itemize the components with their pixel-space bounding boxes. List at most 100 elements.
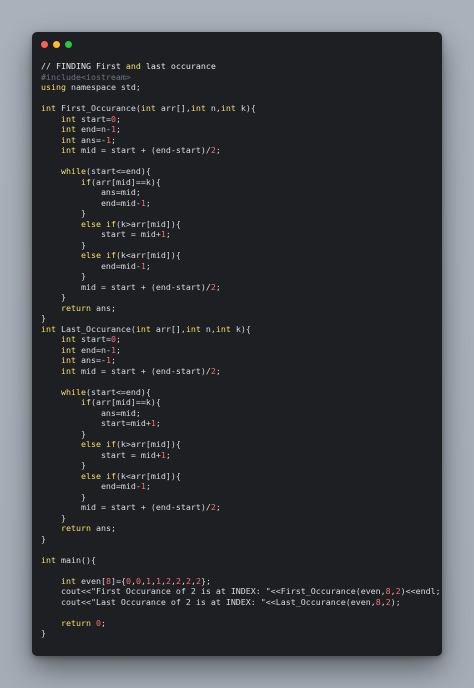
code-line: int start=0; <box>41 114 438 125</box>
close-window-button[interactable] <box>41 41 48 48</box>
code-token: last occurance <box>140 61 216 71</box>
code-token: end=mid- <box>41 481 141 491</box>
code-token: ; <box>115 334 121 344</box>
code-token: ; <box>215 502 221 512</box>
code-line: else if(k<arr[mid]){ <box>41 471 438 482</box>
code-token: cout<< <box>41 596 91 607</box>
code-token: mid = start + (end-start)/ <box>41 281 211 292</box>
code-token: }; <box>200 575 211 586</box>
code-token: start = mid+ <box>41 229 161 239</box>
code-line: end=mid-1; <box>41 198 438 209</box>
code-token: ; <box>110 355 116 365</box>
code-token: main(){ <box>56 554 96 565</box>
code-token: start = mid+ <box>41 449 161 460</box>
code-line: int mid = start + (end-start)/2; <box>41 366 438 377</box>
code-token: Last_Occurance( <box>56 323 136 334</box>
minimize-window-button[interactable] <box>53 41 60 48</box>
code-token: using <box>41 82 66 92</box>
code-line: if(arr[mid]==k){ <box>41 397 438 408</box>
code-token: start= <box>75 334 111 344</box>
code-line: start = mid+1; <box>41 229 438 240</box>
code-token: ; <box>145 197 151 208</box>
code-line: } <box>41 208 438 219</box>
code-token: ans=- <box>75 355 106 365</box>
code-line: int mid = start + (end-start)/2; <box>41 145 438 156</box>
code-line: ans=mid; <box>41 187 438 198</box>
code-token: if <box>80 176 91 187</box>
code-token: return <box>60 617 91 628</box>
code-token: int <box>41 554 56 565</box>
code-token: } <box>41 628 46 638</box>
code-token: } <box>41 292 66 302</box>
code-token: } <box>41 460 86 470</box>
code-token: (k>arr[mid]){ <box>115 439 181 449</box>
code-token: ans=mid; <box>41 187 141 197</box>
code-line: } <box>41 492 438 503</box>
code-token: return <box>60 302 91 313</box>
code-token: ; <box>165 229 171 239</box>
code-line: ans=mid; <box>41 408 438 419</box>
code-line: while(start<=end){ <box>41 387 438 398</box>
code-line: return ans; <box>41 523 438 534</box>
code-token: n, <box>200 323 216 334</box>
code-line: return 0; <box>41 618 438 629</box>
code-line: int ans=-1; <box>41 355 438 366</box>
code-token: int <box>60 344 76 355</box>
code-token: int <box>60 355 76 365</box>
code-token: (k>arr[mid]){ <box>115 218 181 229</box>
code-token: "Last Occurance of 2 is at INDEX: " <box>90 596 266 607</box>
code-token: ; <box>145 481 151 491</box>
code-token: ; <box>110 134 116 145</box>
code-token: else if <box>80 439 116 449</box>
code-token: ; <box>165 449 171 460</box>
code-line: mid = start + (end-start)/2; <box>41 282 438 293</box>
code-token: start= <box>75 113 111 124</box>
code-token: int <box>41 323 56 334</box>
code-line: } <box>41 240 438 251</box>
code-line: int First_Occurance(int arr[],int n,int … <box>41 103 438 114</box>
code-token: ; <box>115 344 121 355</box>
code-token: ; <box>115 113 121 124</box>
code-line: } <box>41 628 438 639</box>
code-line: // FINDING First and last occurance <box>41 61 438 72</box>
code-token: } <box>41 428 86 439</box>
code-token: (start<=end){ <box>85 386 151 397</box>
code-token: int <box>220 103 236 113</box>
maximize-window-button[interactable] <box>65 41 72 48</box>
code-token: else if <box>80 250 116 260</box>
code-line: int end=n-1; <box>41 124 438 135</box>
code-token: ans; <box>90 302 116 313</box>
code-token: int <box>41 103 56 113</box>
code-token: n, <box>205 103 221 113</box>
code-block: // FINDING First and last occurance #incl… <box>41 61 442 639</box>
code-line: } <box>41 271 438 282</box>
code-token: #include<iostream> <box>41 71 131 82</box>
code-token: and <box>125 61 141 71</box>
code-token: int <box>185 323 201 334</box>
code-token: int <box>60 334 76 344</box>
code-token: ; <box>115 124 121 134</box>
code-line: } <box>41 534 438 545</box>
code-token: (arr[mid]==k){ <box>90 397 161 407</box>
code-token: k){ <box>235 103 256 113</box>
code-token: int <box>60 124 76 134</box>
code-token: (k<arr[mid]){ <box>115 250 181 260</box>
code-token: mid = start + (end-start)/ <box>75 145 211 155</box>
code-line: } <box>41 292 438 303</box>
